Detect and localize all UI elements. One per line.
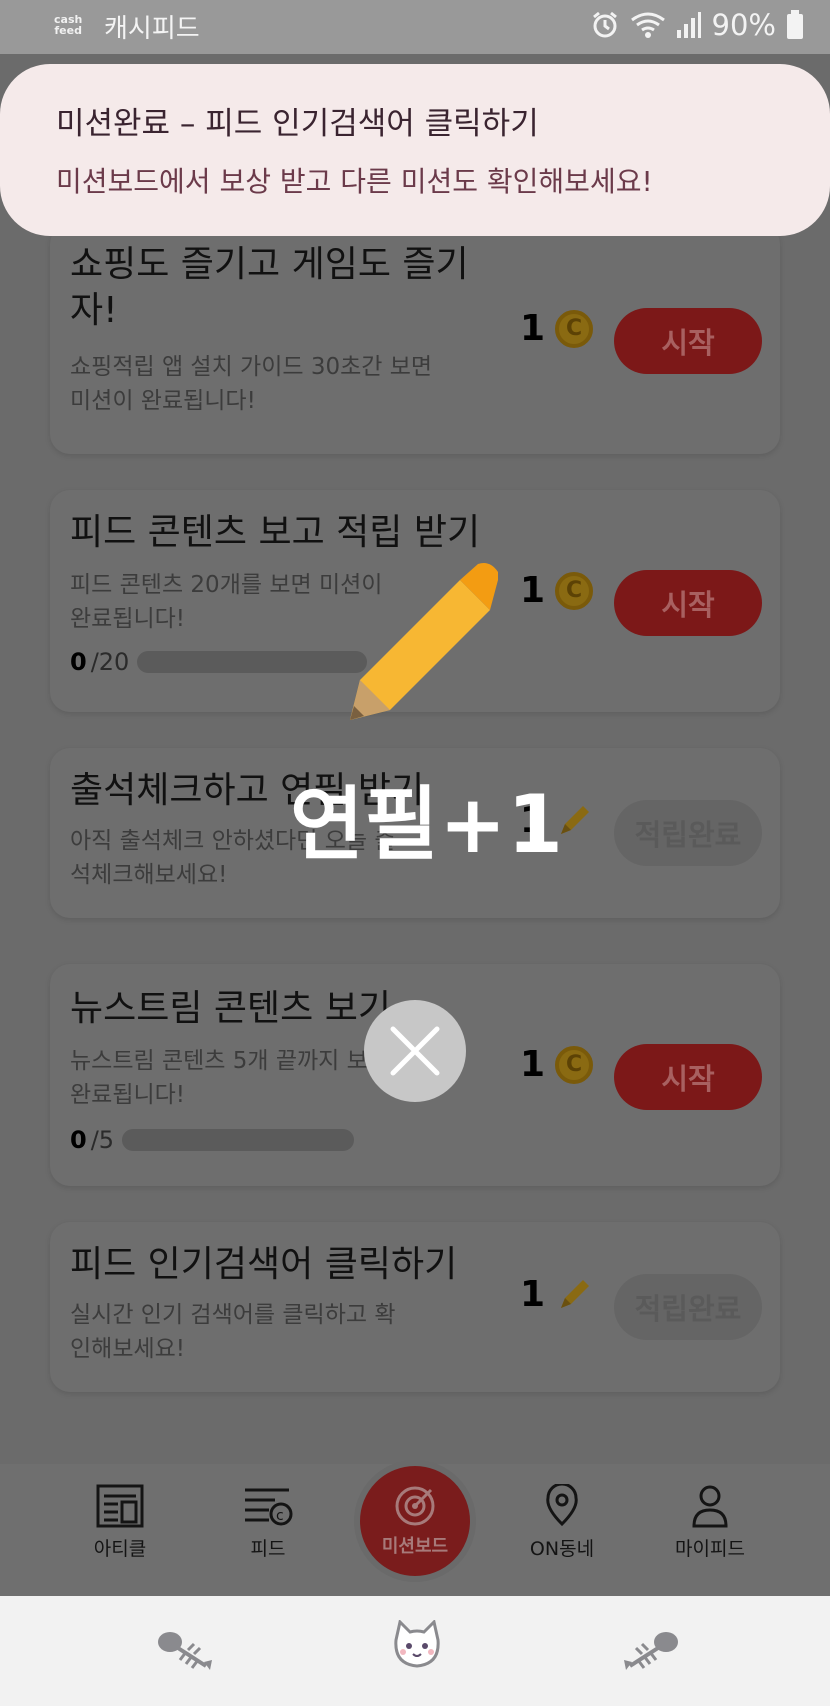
battery-icon [787,10,803,39]
cat-home-icon[interactable] [392,1620,442,1670]
battery-percent: 90% [711,8,776,42]
reward-amount: 1 [520,308,546,349]
completed-button: 적립완료 [614,800,762,866]
status-app-name: 캐시피드 [104,14,200,44]
fishbone-recent-icon[interactable] [622,1626,680,1674]
person-icon [692,1485,728,1528]
svg-text:c: c [276,1508,284,1524]
reward-amount: 1 [520,1274,546,1315]
mission-desc: 실시간 인기 검색어를 클릭하고 확인해보세요! [70,1302,396,1362]
nav-item-my-feed[interactable]: 마이피드 [640,1484,780,1561]
nav-item-location[interactable]: ON동네 [492,1484,632,1561]
pencil-icon [555,1276,593,1314]
wifi-icon [630,12,665,38]
nav-label: 마이피드 [675,1538,745,1560]
toast-title: 미션완료 – 피드 인기검색어 클릭하기 [56,106,539,142]
start-button[interactable]: 시작 [614,308,762,374]
mission-progress: 0/5 [70,1126,355,1154]
app-logo: cash feed [54,13,83,37]
progress-total: /20 [90,648,130,676]
mission-card: 피드 인기검색어 클릭하기 실시간 인기 검색어를 클릭하고 확인해보세요! 1… [50,1222,780,1392]
feed-icon: c [245,1488,293,1526]
reward-text: 연필+1 [290,778,564,871]
article-icon [96,1484,144,1528]
reward-amount: 1 [520,1044,546,1085]
status-bar: cash feed 캐시피드 90% [0,0,830,54]
completed-button: 적립완료 [614,1274,762,1340]
nav-label: 피드 [250,1538,286,1560]
progress-current: 0 [70,1126,87,1154]
coin-icon: C [555,309,594,348]
reward-overlay: 연필+1 [270,560,570,880]
alarm-icon [592,11,617,38]
nav-label: ON동네 [529,1538,595,1560]
system-nav-bar [0,1596,830,1706]
progress-total: /5 [90,1126,115,1154]
mission-reward: 1 C [520,1044,594,1085]
location-icon [546,1484,578,1527]
fishbone-back-icon[interactable] [156,1626,214,1674]
close-icon [390,1026,440,1076]
start-button[interactable]: 시작 [614,570,762,636]
nav-label: 미션보드 [381,1536,449,1557]
signal-icon [676,12,701,38]
mission-card: 쇼핑도 즐기고 게임도 즐기자! 쇼핑적립 앱 설치 가이드 30초간 보면 미… [50,224,780,454]
mission-title: 쇼핑도 즐기고 게임도 즐기자! [70,244,469,331]
nav-item-feed[interactable]: c 피드 [198,1484,338,1561]
mission-desc: 뉴스트림 콘텐츠 5개 끝까지 보면 완료됩니다! [70,1048,389,1108]
mission-title: 피드 콘텐츠 보고 적립 받기 [70,512,481,553]
mission-reward: 1 [520,1274,593,1315]
nav-label: 아티클 [93,1538,147,1560]
pencil-icon [350,563,498,720]
nav-item-mission-board[interactable]: 미션보드 [354,1460,476,1582]
mission-complete-toast[interactable]: 미션완료 – 피드 인기검색어 클릭하기 미션보드에서 보상 받고 다른 미션도… [0,64,830,236]
nav-item-article[interactable]: 아티클 [50,1484,190,1561]
mission-title: 피드 인기검색어 클릭하기 [70,1244,458,1285]
target-icon [395,1486,435,1526]
toast-message: 미션보드에서 보상 받고 다른 미션도 확인해보세요! [56,165,653,198]
coin-icon: C [555,1045,594,1084]
progress-bar [122,1129,355,1151]
close-button[interactable] [364,1000,466,1102]
start-button[interactable]: 시작 [614,1044,762,1110]
progress-current: 0 [70,648,87,676]
mission-desc: 쇼핑적립 앱 설치 가이드 30초간 보면 미션이 완료됩니다! [70,354,433,414]
mission-reward: 1 C [520,308,594,349]
